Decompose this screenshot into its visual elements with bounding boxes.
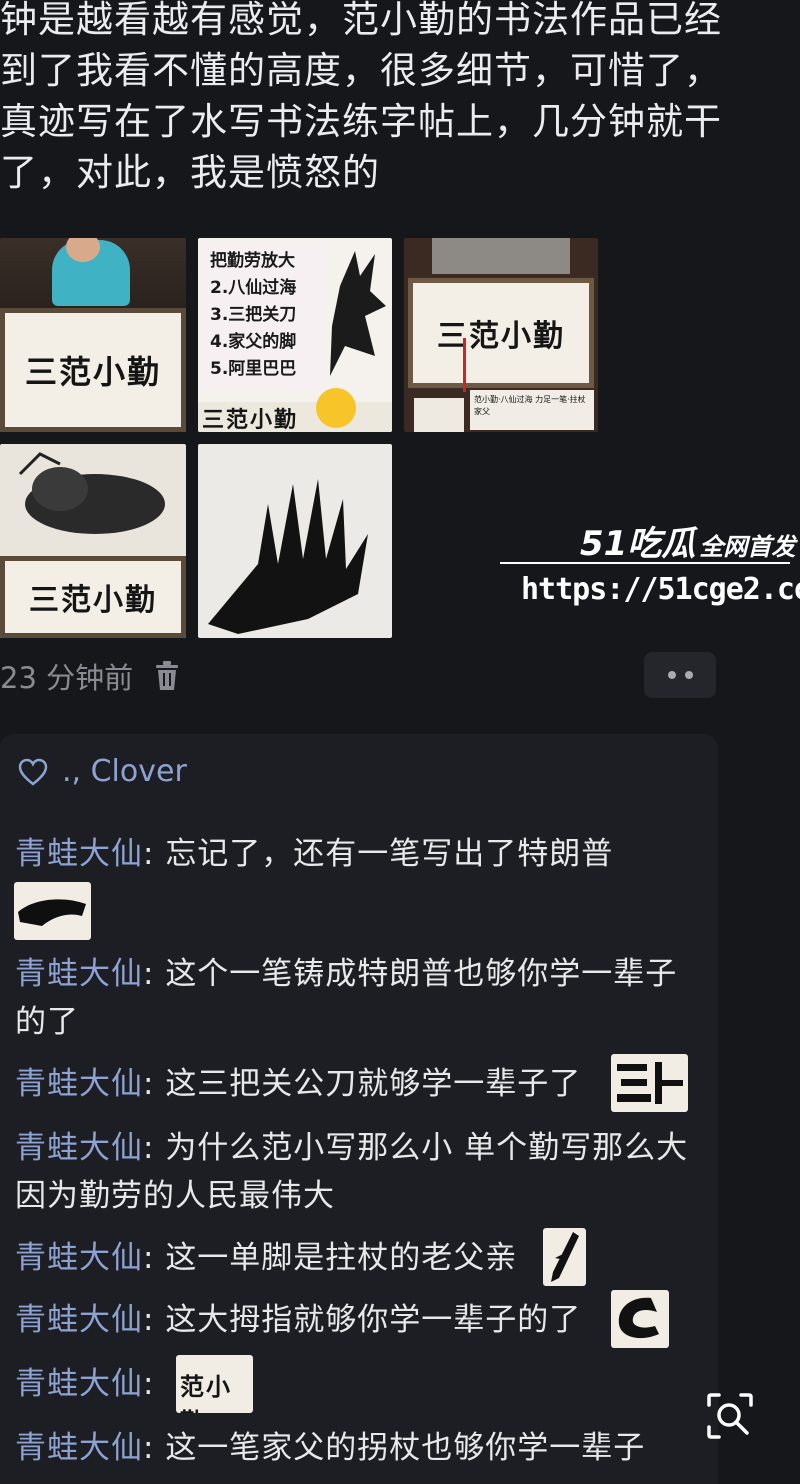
trash-icon[interactable] — [152, 660, 182, 692]
watermark-logo: 51吃瓜 全网首发 — [580, 524, 796, 564]
comment-item[interactable]: 青蛙大仙: 为什么范小写那么小 单个勤写那么大 因为勤劳的人民最伟大 — [15, 1124, 695, 1220]
screen: 钟是越看越有感觉，范小勤的书法作品已经 到了我看不懂的高度，很多细节，可惜了， … — [0, 0, 800, 1484]
comment-text: 忘记了，还有一笔写出了特朗普 — [165, 836, 614, 872]
post-line: 到了我看不懂的高度，很多细节，可惜了， — [0, 49, 722, 92]
comment-image[interactable] — [14, 882, 91, 940]
post-image-4[interactable]: 三范小勤 — [0, 444, 186, 638]
emoji-icon — [316, 388, 356, 428]
watermark-url: https://51cge2.com — [521, 572, 800, 607]
ink-hand — [208, 479, 368, 634]
comment-item[interactable]: 青蛙大仙: — [15, 1360, 695, 1408]
comment-text: 这三把关公刀就够学一辈子了 — [165, 1066, 582, 1102]
comment-image[interactable] — [611, 1054, 688, 1112]
comment-user[interactable]: 青蛙大仙 — [15, 1430, 143, 1466]
dot-icon — [667, 671, 676, 679]
more-button[interactable] — [644, 652, 716, 698]
post-time: 23 分钟前 — [0, 661, 134, 695]
comment-item[interactable]: 青蛙大仙: 这个一笔铸成特朗普也够你学一辈子的了 — [15, 950, 695, 1046]
post-line: 了，对此，我是愤怒的 — [0, 151, 380, 194]
post-image-1[interactable]: 三范小勤 — [0, 238, 186, 432]
comment-user[interactable]: 青蛙大仙 — [15, 1302, 143, 1338]
calligraphy-text: 三范小勤 — [24, 353, 161, 391]
comment-user[interactable]: 青蛙大仙 — [15, 1130, 143, 1166]
lens-search-icon[interactable] — [703, 1389, 757, 1443]
post-image-3[interactable]: 三范小勤 范小勤·八仙过海 力足一笔·拄杖家父 — [404, 238, 598, 432]
likes-row[interactable]: ., Clover — [18, 754, 187, 789]
comment-item[interactable]: 青蛙大仙: 这一单脚是拄杖的老父亲 — [15, 1234, 695, 1282]
list-card: 把勤劳放大 2.八仙过海 3.三把关刀 4.家父的脚 5.阿里巴巴 — [202, 242, 326, 389]
comment-item[interactable]: 青蛙大仙: 忘记了，还有一笔写出了特朗普 — [15, 830, 695, 878]
heart-icon — [18, 758, 48, 786]
post-image-2[interactable]: 把勤劳放大 2.八仙过海 3.三把关刀 4.家父的脚 5.阿里巴巴 三范小勤 — [198, 238, 392, 432]
comment-user[interactable]: 青蛙大仙 — [15, 1240, 143, 1276]
comment-item[interactable]: 青蛙大仙: 这一笔家父的拐杖也够你学一辈子 — [15, 1424, 695, 1472]
comment-user[interactable]: 青蛙大仙 — [15, 1066, 143, 1102]
likes-names: ., Clover — [62, 754, 187, 789]
comment-image[interactable]: 范小勤 — [176, 1355, 253, 1413]
comment-text: 这一单脚是拄杖的老父亲 — [165, 1240, 518, 1276]
caption: 范小勤·八仙过海 力足一笔·拄杖家父 — [474, 395, 586, 416]
comment-image[interactable] — [611, 1290, 669, 1348]
comment-text: 这一笔家父的拐杖也够你学一辈子 — [165, 1430, 646, 1466]
comment-user[interactable]: 青蛙大仙 — [15, 836, 143, 872]
post-line: 真迹写在了水写书法练字帖上，几分钟就干 — [0, 100, 722, 143]
comment-image[interactable] — [543, 1228, 586, 1286]
post-body: 钟是越看越有感觉，范小勤的书法作品已经 到了我看不懂的高度，很多细节，可惜了， … — [0, 0, 730, 198]
comment-user[interactable]: 青蛙大仙 — [15, 1366, 143, 1402]
post-image-5[interactable] — [198, 444, 392, 638]
comment-user[interactable]: 青蛙大仙 — [15, 956, 143, 992]
comment-text: 这大拇指就够你学一辈子的了 — [165, 1302, 582, 1338]
dot-icon — [684, 671, 693, 679]
comment-item[interactable]: 青蛙大仙: 这三把关公刀就够学一辈子了 — [15, 1060, 695, 1108]
comment-item[interactable]: 青蛙大仙: 这大拇指就够你学一辈子的了 — [15, 1296, 695, 1344]
ink-figure — [330, 251, 386, 376]
ink-ox — [18, 452, 165, 534]
watermark-divider — [500, 562, 790, 564]
post-line: 钟是越看越有感觉，范小勤的书法作品已经 — [0, 0, 722, 41]
